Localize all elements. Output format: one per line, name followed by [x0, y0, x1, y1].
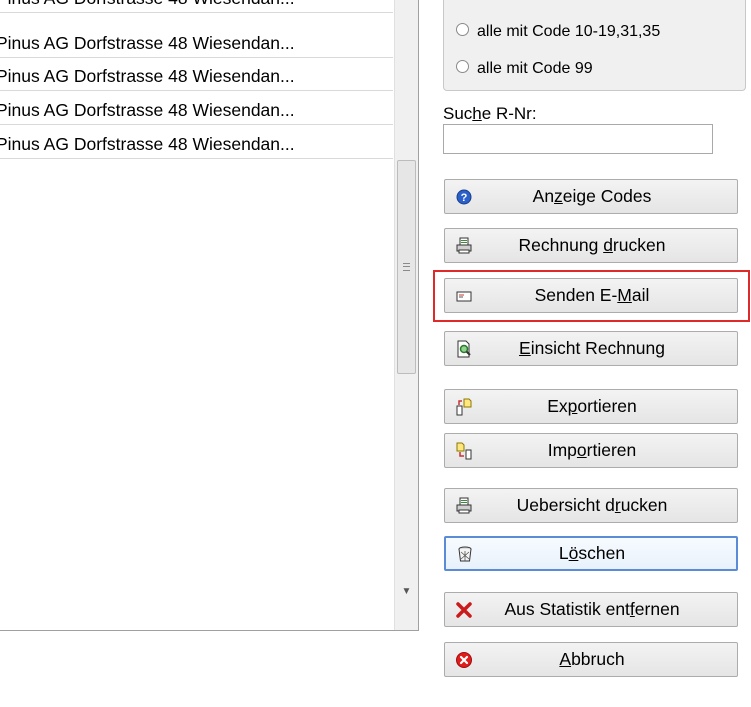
vertical-scrollbar[interactable]: ▼ [394, 0, 418, 630]
grip-icon [403, 263, 410, 271]
radio-icon [456, 60, 469, 73]
printer-icon [455, 237, 473, 255]
radio-label: alle mit Code 99 [477, 60, 593, 77]
list-item-text: Pinus AG Dorfstrasse 48 Wiesendan... [0, 33, 295, 53]
list-item-text: Pinus AG Dorfstrasse 48 Wiesendan... [0, 100, 295, 120]
code-filter-group: alle mit Code 10-19,31,35 alle mit Code … [443, 0, 746, 91]
button-label: Abbruch [559, 649, 625, 669]
list-item[interactable]: Pinus AG Dorfstrasse 48 Wiesendan... [0, 130, 393, 159]
print-invoice-button[interactable]: Rechnung drucken [444, 228, 738, 263]
export-button[interactable]: Exportieren [444, 389, 738, 424]
button-label: Einsicht Rechnung [519, 338, 665, 358]
radio-code-99[interactable]: alle mit Code 99 [456, 60, 593, 78]
view-invoice-button[interactable]: Einsicht Rechnung [444, 331, 738, 366]
search-invoice-number-input[interactable] [443, 124, 713, 154]
search-label: Suche R-Nr: [443, 104, 537, 123]
invoice-list[interactable]: Pinus AG Dorfstrasse 48 Wiesendan... Pin… [0, 0, 419, 631]
cancel-button[interactable]: Abbruch [444, 642, 738, 677]
help-icon: ? [455, 188, 473, 206]
radio-code-10-19[interactable]: alle mit Code 10-19,31,35 [456, 23, 660, 41]
list-item-text: Pinus AG Dorfstrasse 48 Wiesendan... [0, 134, 295, 154]
button-label: Importieren [547, 440, 637, 460]
remove-from-statistics-button[interactable]: Aus Statistik entfernen [444, 592, 738, 627]
import-icon [455, 442, 473, 460]
list-item-text: Pinus AG Dorfstrasse 48 Wiesendan... [0, 0, 295, 8]
button-label: Uebersicht drucken [516, 495, 668, 515]
list-item[interactable]: Pinus AG Dorfstrasse 48 Wiesendan... [0, 96, 393, 125]
import-button[interactable]: Importieren [444, 433, 738, 468]
highlight-box [433, 270, 750, 322]
list-item[interactable]: Pinus AG Dorfstrasse 48 Wiesendan... [0, 29, 393, 58]
red-x-icon [455, 601, 473, 619]
button-label: Anzeige Codes [532, 186, 652, 206]
scrollbar-thumb[interactable] [397, 160, 416, 374]
button-label: Löschen [558, 543, 626, 563]
radio-icon [456, 23, 469, 36]
list-item[interactable]: Pinus AG Dorfstrasse 48 Wiesendan... [0, 0, 393, 13]
magnifier-document-icon [455, 340, 473, 358]
svg-text:?: ? [461, 192, 468, 204]
list-item[interactable]: Pinus AG Dorfstrasse 48 Wiesendan... [0, 62, 393, 91]
button-label: Rechnung drucken [518, 235, 666, 255]
cancel-circle-icon [455, 651, 473, 669]
export-icon [455, 398, 473, 416]
delete-button[interactable]: Löschen [444, 536, 738, 571]
radio-label: alle mit Code 10-19,31,35 [477, 23, 661, 40]
printer-icon [455, 497, 473, 515]
trash-icon [456, 545, 474, 563]
scroll-down-arrow-icon[interactable]: ▼ [395, 582, 418, 602]
show-codes-button[interactable]: ? Anzeige Codes [444, 179, 738, 214]
print-overview-button[interactable]: Uebersicht drucken [444, 488, 738, 523]
list-item-text: Pinus AG Dorfstrasse 48 Wiesendan... [0, 66, 295, 86]
button-label: Exportieren [547, 396, 637, 416]
button-label: Aus Statistik entfernen [504, 599, 680, 619]
